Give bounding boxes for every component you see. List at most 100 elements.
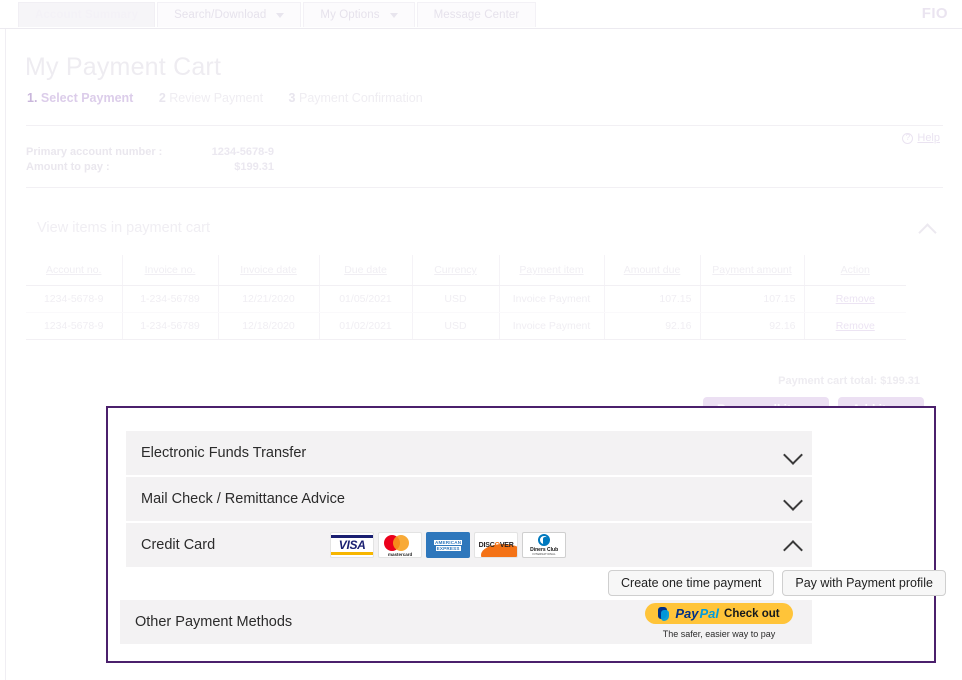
paypal-checkout-button[interactable]: Pay Pal Check out (645, 603, 793, 624)
step-1-label[interactable]: Select Payment (41, 91, 133, 105)
primary-account-number-value: 1234-5678-9 (211, 146, 274, 158)
page-frame: My Payment Cart 1. Select Payment 2 Revi… (5, 29, 962, 680)
pay-with-payment-profile-button[interactable]: Pay with Payment profile (782, 570, 946, 596)
diners-club-logo: Diners Club INTERNATIONAL (522, 532, 567, 558)
payment-cart-page: Account Summary Search/Download My Optio… (0, 0, 962, 680)
mastercard-wordmark: mastercard (388, 551, 413, 557)
col-label: Currency (434, 264, 477, 276)
step-3-number: 3 (288, 91, 296, 105)
col-label: Amount due (623, 264, 681, 276)
column-header-payment-amount[interactable]: Payment amount (700, 255, 805, 286)
help-label: Help (917, 132, 940, 144)
cell-payment-amount: 92.16 (700, 312, 805, 340)
accordion-electronic-funds-transfer[interactable]: Electronic Funds Transfer (126, 431, 812, 475)
cell-amount-due: 107.15 (604, 285, 701, 313)
view-items-label: View items in payment cart (37, 220, 210, 236)
account-info-row: Primary account number : 1234-5678-9 (26, 145, 274, 160)
table-row: 1234-5678-9 1-234-56789 12/18/2020 01/02… (26, 312, 906, 340)
tab-my-options[interactable]: My Options (303, 2, 415, 27)
divider-top (26, 125, 943, 126)
chevron-up-icon[interactable] (919, 221, 937, 239)
question-circle-icon: ? (902, 132, 914, 144)
amount-to-pay-label: Amount to pay : (26, 161, 110, 173)
accepted-card-logos: VISA mastercard AMERICAN EXPRESS DISCOVE… (330, 532, 567, 558)
tab-search-download[interactable]: Search/Download (157, 2, 302, 27)
col-label: Account no. (46, 264, 102, 276)
paypal-tagline: The safer, easier way to pay (662, 628, 776, 639)
accordion-label: Credit Card (141, 537, 216, 553)
help-link[interactable]: ? Help (902, 132, 940, 144)
column-header-invoice-no[interactable]: Invoice no. (122, 255, 219, 286)
step-2-number: 2 (158, 91, 166, 105)
col-label: Invoice date (240, 264, 297, 276)
paypal-icon (658, 606, 670, 621)
account-info: Primary account number : 1234-5678-9 Amo… (26, 145, 274, 175)
col-label: Invoice no. (144, 264, 196, 276)
column-header-payment-item[interactable]: Payment item (499, 255, 605, 286)
step-1-number: 1. (27, 91, 38, 105)
visa-logo: VISA (330, 532, 375, 558)
paypal-pal-text: Pal (699, 606, 720, 621)
accordion-label: Mail Check / Remittance Advice (141, 491, 345, 507)
cell-invoice-date: 12/18/2020 (218, 312, 320, 340)
divider-account-info (26, 187, 943, 188)
column-header-account-no[interactable]: Account no. (26, 255, 123, 286)
primary-account-number-label: Primary account number : (26, 146, 163, 158)
cell-invoice-no: 1-234-56789 (122, 312, 219, 340)
visa-wordmark: VISA (338, 538, 366, 552)
accordion-mail-check-remittance-advice[interactable]: Mail Check / Remittance Advice (126, 477, 812, 521)
cell-currency: USD (412, 285, 500, 313)
column-header-amount-due[interactable]: Amount due (604, 255, 701, 286)
column-header-action[interactable]: Action (804, 255, 906, 286)
payment-methods-panel: Electronic Funds Transfer Mail Check / R… (106, 406, 946, 663)
tab-label: Message Center (433, 9, 520, 21)
remove-link[interactable]: Remove (836, 293, 875, 305)
cell-account-no: 1234-5678-9 (26, 312, 123, 340)
view-items-header[interactable]: View items in payment cart (26, 207, 943, 255)
accordion-label: Other Payment Methods (135, 614, 293, 630)
discover-logo: DISCOVER (474, 532, 519, 558)
column-header-currency[interactable]: Currency (412, 255, 500, 286)
step-2-label: Review Payment (169, 91, 264, 105)
discover-wordmark: DISCOVER (479, 542, 514, 549)
cell-payment-amount: 107.15 (700, 285, 805, 313)
cell-invoice-no: 1-234-56789 (122, 285, 219, 313)
column-header-due-date[interactable]: Due date (319, 255, 413, 286)
top-navigation-bar: Account Summary Search/Download My Optio… (0, 0, 962, 29)
create-one-time-payment-button[interactable]: Create one time payment (608, 570, 775, 596)
payment-cart-table: Account no. Invoice no. Invoice date Due… (26, 255, 906, 340)
remove-link[interactable]: Remove (836, 320, 875, 332)
cell-due-date: 01/05/2021 (319, 285, 413, 313)
tab-account-summary[interactable]: Account Summary (18, 2, 156, 27)
col-label: Action (840, 264, 870, 276)
mastercard-logo: mastercard (378, 532, 423, 558)
paypal-checkout: Pay Pal Check out The safer, easier way t… (634, 603, 804, 639)
amex-logo: AMERICAN EXPRESS (426, 532, 471, 558)
step-3-label: Payment Confirmation (298, 91, 423, 105)
paypal-pay-text: Pay (675, 606, 699, 621)
brand-logo: FIO (921, 5, 948, 22)
col-label: Payment item (519, 264, 584, 276)
cell-amount-due: 92.16 (604, 312, 701, 340)
col-label: Due date (344, 264, 387, 276)
tab-label: Search/Download (174, 9, 267, 21)
top-nav-tabs: Account Summary Search/Download My Optio… (18, 2, 538, 27)
accordion-label: Electronic Funds Transfer (141, 445, 307, 461)
credit-card-actions: Create one time payment Pay with Payment… (608, 570, 946, 596)
table-header-row: Account no. Invoice no. Invoice date Due… (26, 255, 906, 286)
cell-currency: USD (412, 312, 500, 340)
tab-message-center[interactable]: Message Center (416, 2, 537, 27)
chevron-down-icon (389, 12, 398, 18)
amex-line2: EXPRESS (435, 545, 461, 551)
chevron-down-icon (276, 12, 285, 18)
page-title: My Payment Cart (25, 53, 222, 81)
step-indicator: 1. Select Payment 2 Review Payment 3 Pay… (27, 91, 445, 105)
payment-cart-total: Payment cart total: $199.31 (778, 375, 920, 387)
cell-account-no: 1234-5678-9 (26, 285, 123, 313)
column-header-invoice-date[interactable]: Invoice date (218, 255, 320, 286)
amex-line1: AMERICAN (433, 539, 463, 545)
account-info-row: Amount to pay : $199.31 (26, 160, 274, 175)
discover-pre: DISC (478, 541, 495, 549)
paypal-checkout-text: Check out (724, 607, 780, 620)
accordion-credit-card[interactable]: Credit Card VISA mastercard AMERICAN EXP… (126, 523, 812, 567)
